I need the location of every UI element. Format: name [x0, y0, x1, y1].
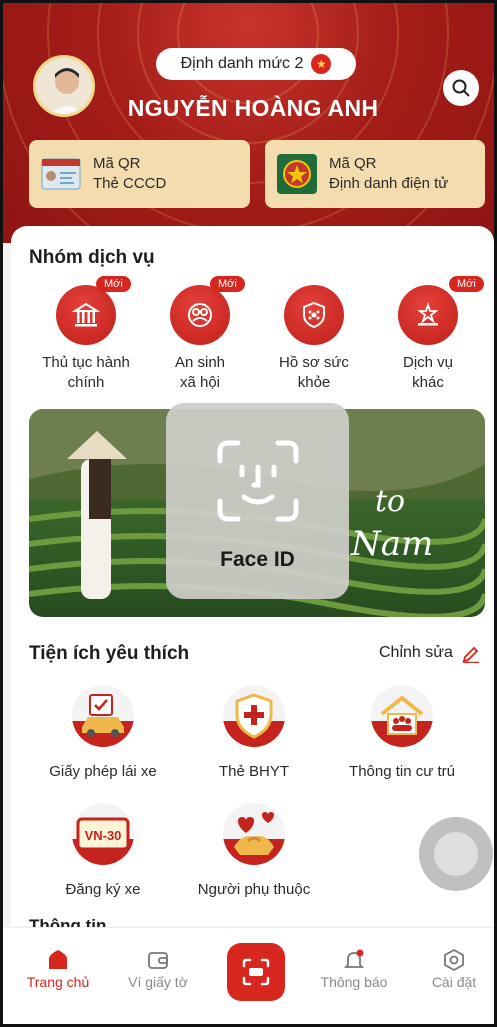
- vehicle-plate-icon: VN-30: [72, 803, 134, 865]
- service-other[interactable]: Dịch vụ khác: [373, 285, 483, 393]
- identity-level-badge[interactable]: Định danh mức 2 ★: [156, 48, 356, 80]
- police-emblem-icon: [277, 154, 317, 194]
- favorite-health-insurance[interactable]: Thẻ BHYT: [179, 685, 329, 780]
- qr-cccd-card[interactable]: Mã QR Thẻ CCCD: [29, 140, 250, 208]
- nav-notifications[interactable]: Thông báo: [309, 946, 399, 990]
- favorites-section-title: Tiện ích yêu thích: [29, 643, 190, 664]
- star-shield-icon: ★: [311, 54, 332, 74]
- car-license-icon: [72, 685, 134, 747]
- nav-wallet-label: Ví giấy tờ: [128, 974, 188, 990]
- banner-caption-1: to: [375, 484, 406, 519]
- other-services-icon: [398, 285, 458, 345]
- favorite-driving-license[interactable]: Giấy phép lái xe: [28, 685, 178, 780]
- search-button[interactable]: [443, 70, 479, 106]
- app-screen: Định danh mức 2 ★ NGUYỄN HOÀNG ANH Mã QR…: [0, 0, 497, 1027]
- nav-home-label: Trang chủ: [26, 974, 90, 990]
- new-badge: Mới: [449, 276, 484, 292]
- scan-qr-button[interactable]: [227, 943, 285, 1001]
- nav-wallet[interactable]: Ví giấy tờ: [113, 946, 203, 990]
- service-administrative[interactable]: Thủ tục hành chính: [31, 285, 141, 393]
- favorite-residence-info[interactable]: Thông tin cư trú: [327, 685, 477, 780]
- service-administrative-label: Thủ tục hành chính: [42, 354, 130, 391]
- services-section-title: Nhóm dịch vụ: [29, 247, 155, 268]
- service-social-security-label: An sinh xã hội: [174, 354, 226, 391]
- scan-icon: [242, 958, 270, 986]
- qr-electronic-id-card[interactable]: Mã QR Định danh điện tử: [265, 140, 485, 208]
- qr-electronic-id-title: Mã QR: [329, 155, 377, 172]
- identity-level-text: Định danh mức 2: [180, 55, 304, 72]
- social-care-icon: [170, 285, 230, 345]
- new-badge: Mới: [210, 276, 245, 292]
- bell-icon: [309, 946, 399, 974]
- service-health-records[interactable]: Hồ sơ sức khỏe: [259, 285, 369, 393]
- banner-caption-2: Nam: [351, 524, 434, 564]
- user-name: NGUYỄN HOÀNG ANH: [127, 95, 379, 121]
- residence-icon: [371, 685, 433, 747]
- home-icon: [13, 946, 103, 974]
- id-card-icon: [41, 154, 81, 194]
- service-other-label: Dịch vụ khác: [402, 354, 454, 391]
- edit-favorites-button[interactable]: Chỉnh sửa: [379, 643, 481, 663]
- dependents-icon: [223, 803, 285, 865]
- faceid-overlay: Face ID: [166, 403, 349, 599]
- wallet-icon: [113, 946, 203, 974]
- favorite-dependents-label: Người phụ thuộc: [197, 881, 311, 898]
- header: Định danh mức 2 ★ NGUYỄN HOÀNG ANH Mã QR…: [3, 3, 494, 243]
- nav-home[interactable]: Trang chủ: [13, 946, 103, 990]
- pencil-icon: [462, 646, 479, 663]
- edit-favorites-label: Chỉnh sửa: [379, 644, 453, 661]
- qr-electronic-id-subtitle: Định danh điện tử: [329, 175, 449, 192]
- favorite-residence-info-label: Thông tin cư trú: [349, 763, 455, 780]
- assistive-touch-button[interactable]: [419, 817, 493, 891]
- nav-notifications-label: Thông báo: [320, 974, 388, 990]
- favorite-vehicle-registration[interactable]: VN-30 Đăng ký xe: [28, 803, 178, 898]
- nav-settings[interactable]: Cài đặt: [409, 946, 494, 990]
- search-icon: [452, 79, 470, 97]
- user-avatar[interactable]: [33, 55, 95, 117]
- vehicle-plate-text: VN-30: [85, 828, 122, 843]
- health-shield-icon: [284, 285, 344, 345]
- settings-icon: [409, 946, 494, 974]
- service-health-records-label: Hồ sơ sức khỏe: [279, 354, 349, 391]
- qr-cccd-title: Mã QR: [93, 155, 141, 172]
- nav-settings-label: Cài đặt: [431, 974, 477, 990]
- favorite-vehicle-registration-label: Đăng ký xe: [65, 881, 141, 898]
- favorite-dependents[interactable]: Người phụ thuộc: [179, 803, 329, 898]
- favorite-health-insurance-label: Thẻ BHYT: [218, 763, 290, 780]
- favorite-driving-license-label: Giấy phép lái xe: [49, 763, 157, 780]
- faceid-icon: [217, 440, 299, 522]
- government-building-icon: [56, 285, 116, 345]
- new-badge: Mới: [96, 276, 131, 292]
- service-social-security[interactable]: An sinh xã hội: [145, 285, 255, 393]
- health-insurance-icon: [223, 685, 285, 747]
- faceid-label: Face ID: [220, 548, 295, 571]
- bottom-navigation: Trang chủ Ví giấy tờ Thông báo Cài đặt: [3, 927, 494, 1024]
- qr-cccd-subtitle: Thẻ CCCD: [93, 175, 167, 192]
